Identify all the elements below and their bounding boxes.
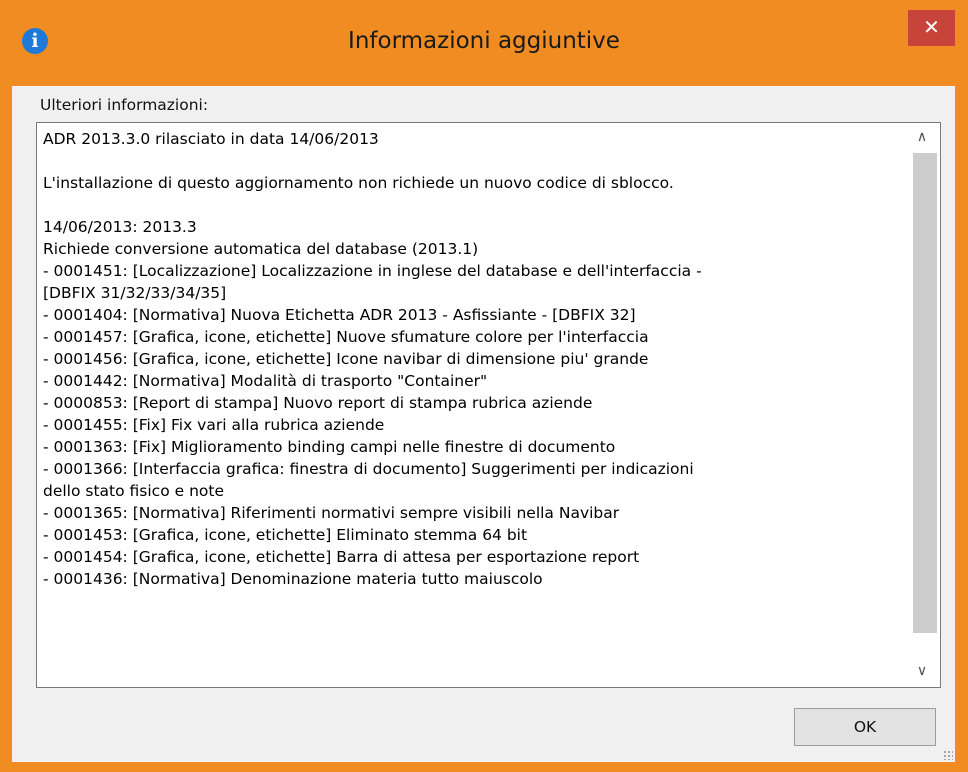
close-icon: ✕ [923, 15, 940, 39]
scroll-down-button[interactable]: ∨ [904, 659, 940, 683]
additional-info-label: Ulteriori informazioni: [40, 96, 209, 114]
dialog-window: i Informazioni aggiuntive ✕ Ulteriori in… [0, 0, 968, 772]
details-text: ADR 2013.3.0 rilasciato in data 14/06/20… [43, 130, 702, 588]
info-icon: i [22, 28, 48, 54]
window-title: Informazioni aggiuntive [348, 28, 620, 54]
ok-button[interactable]: OK [794, 708, 936, 746]
title-bar[interactable]: i Informazioni aggiuntive ✕ [0, 0, 968, 88]
scroll-thumb[interactable] [913, 153, 937, 633]
dialog-body: Ulteriori informazioni: ADR 2013.3.0 ril… [12, 86, 955, 762]
chevron-up-icon: ∧ [916, 129, 928, 145]
scroll-track[interactable] [913, 153, 937, 657]
details-textbox[interactable]: ADR 2013.3.0 rilasciato in data 14/06/20… [36, 122, 941, 688]
vertical-scrollbar[interactable]: ∧ ∨ [904, 123, 940, 687]
resize-grip-icon[interactable] [943, 750, 953, 760]
chevron-down-icon: ∨ [916, 663, 928, 679]
close-button[interactable]: ✕ [908, 10, 955, 46]
scroll-up-button[interactable]: ∧ [904, 125, 940, 149]
